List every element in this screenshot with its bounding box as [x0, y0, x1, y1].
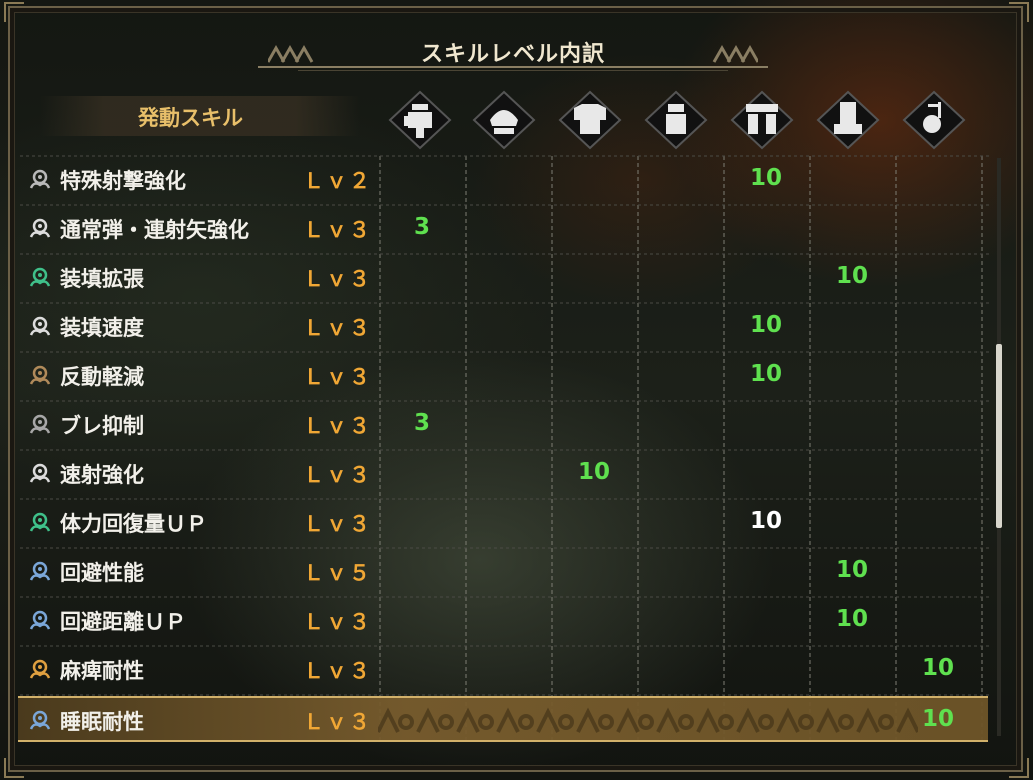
slot-skill-points: 10: [921, 655, 954, 681]
skill-level: Ｌｖ３: [303, 512, 372, 536]
slot-skill-points: 10: [749, 312, 782, 338]
skill-row[interactable]: 装填拡張 Ｌｖ３ 10: [18, 255, 988, 301]
skill-decoration-icon: [29, 218, 51, 238]
skill-decoration-icon: [29, 710, 51, 730]
helm-icon: [472, 90, 536, 150]
chest-icon: [558, 90, 622, 150]
skill-name: 回避性能: [60, 561, 144, 585]
skill-name: 反動軽減: [60, 365, 144, 389]
skill-level: Ｌｖ３: [303, 659, 372, 683]
active-skills-header: 発動スキル: [40, 96, 360, 136]
slot-skill-points: 10: [749, 361, 782, 387]
slot-skill-points: 3: [413, 214, 430, 240]
skill-row[interactable]: 体力回復量ＵＰ Ｌｖ３ 10: [18, 500, 988, 546]
skill-row[interactable]: 反動軽減 Ｌｖ３ 10: [18, 353, 988, 399]
skill-row[interactable]: ブレ抑制 Ｌｖ３ 3: [18, 402, 988, 448]
frame-corner: [1009, 758, 1029, 778]
slot-skill-points: 10: [835, 263, 868, 289]
arms-icon: [644, 90, 708, 150]
skill-decoration-icon: [29, 267, 51, 287]
title-underline: [258, 66, 768, 68]
selection-pattern: [378, 707, 918, 733]
skill-level: Ｌｖ５: [303, 561, 372, 585]
slot-skill-points: 10: [835, 606, 868, 632]
skill-level: Ｌｖ３: [303, 710, 372, 734]
skill-row[interactable]: 睡眠耐性 Ｌｖ３ 10: [18, 696, 988, 742]
skill-level: Ｌｖ３: [303, 610, 372, 634]
skill-decoration-icon: [29, 365, 51, 385]
skill-level: Ｌｖ３: [303, 365, 372, 389]
skill-level: Ｌｖ３: [303, 414, 372, 438]
skill-name: 装填速度: [60, 316, 144, 340]
skill-name: 特殊射撃強化: [60, 169, 186, 193]
scrollbar-thumb[interactable]: [996, 344, 1002, 528]
frame-corner: [4, 2, 24, 22]
skill-decoration-icon: [29, 561, 51, 581]
weapon-icon: [388, 90, 452, 150]
skill-name: ブレ抑制: [60, 414, 144, 438]
skill-name: 睡眠耐性: [60, 710, 144, 734]
skill-decoration-icon: [29, 414, 51, 434]
slot-skill-points: 10: [577, 459, 610, 485]
mountain-ornament-icon: [712, 44, 758, 63]
skill-name: 速射強化: [60, 463, 144, 487]
skill-level: Ｌｖ２: [303, 169, 372, 193]
talisman-icon: [902, 90, 966, 150]
skill-row[interactable]: 回避性能 Ｌｖ５ 10: [18, 549, 988, 595]
skill-name: 通常弾・連射矢強化: [60, 218, 249, 242]
title-bar: スキルレベル内訳: [258, 36, 768, 71]
frame-corner: [1009, 2, 1029, 22]
skill-row[interactable]: 通常弾・連射矢強化 Ｌｖ３ 3: [18, 206, 988, 252]
skill-level: Ｌｖ３: [303, 267, 372, 291]
skill-name: 装填拡張: [60, 267, 144, 291]
skill-row[interactable]: 速射強化 Ｌｖ３ 10: [18, 451, 988, 497]
skill-decoration-icon: [29, 512, 51, 532]
frame-corner: [4, 758, 24, 778]
skill-decoration-icon: [29, 463, 51, 483]
skill-decoration-icon: [29, 659, 51, 679]
skill-level: Ｌｖ３: [303, 218, 372, 242]
slot-skill-points: 10: [835, 557, 868, 583]
active-skills-header-label: 発動スキル: [138, 106, 243, 130]
skill-row[interactable]: 装填速度 Ｌｖ３ 10: [18, 304, 988, 350]
skill-name: 回避距離ＵＰ: [60, 610, 186, 634]
skill-decoration-icon: [29, 610, 51, 630]
skill-decoration-icon: [29, 169, 51, 189]
skill-row[interactable]: 特殊射撃強化 Ｌｖ２ 10: [18, 157, 988, 203]
waist-icon: [730, 90, 794, 150]
skill-row[interactable]: 回避距離ＵＰ Ｌｖ３ 10: [18, 598, 988, 644]
skill-row[interactable]: 麻痺耐性 Ｌｖ３ 10: [18, 647, 988, 693]
slot-skill-points: 10: [749, 508, 782, 534]
skill-decoration-icon: [29, 316, 51, 336]
slot-skill-points: 10: [749, 165, 782, 191]
skill-name: 体力回復量ＵＰ: [60, 512, 207, 536]
skill-level: Ｌｖ３: [303, 463, 372, 487]
title-underline: [298, 70, 728, 71]
skill-name: 麻痺耐性: [60, 659, 144, 683]
skill-level: Ｌｖ３: [303, 316, 372, 340]
slot-skill-points: 10: [921, 706, 954, 732]
legs-icon: [816, 90, 880, 150]
slot-skill-points: 3: [413, 410, 430, 436]
